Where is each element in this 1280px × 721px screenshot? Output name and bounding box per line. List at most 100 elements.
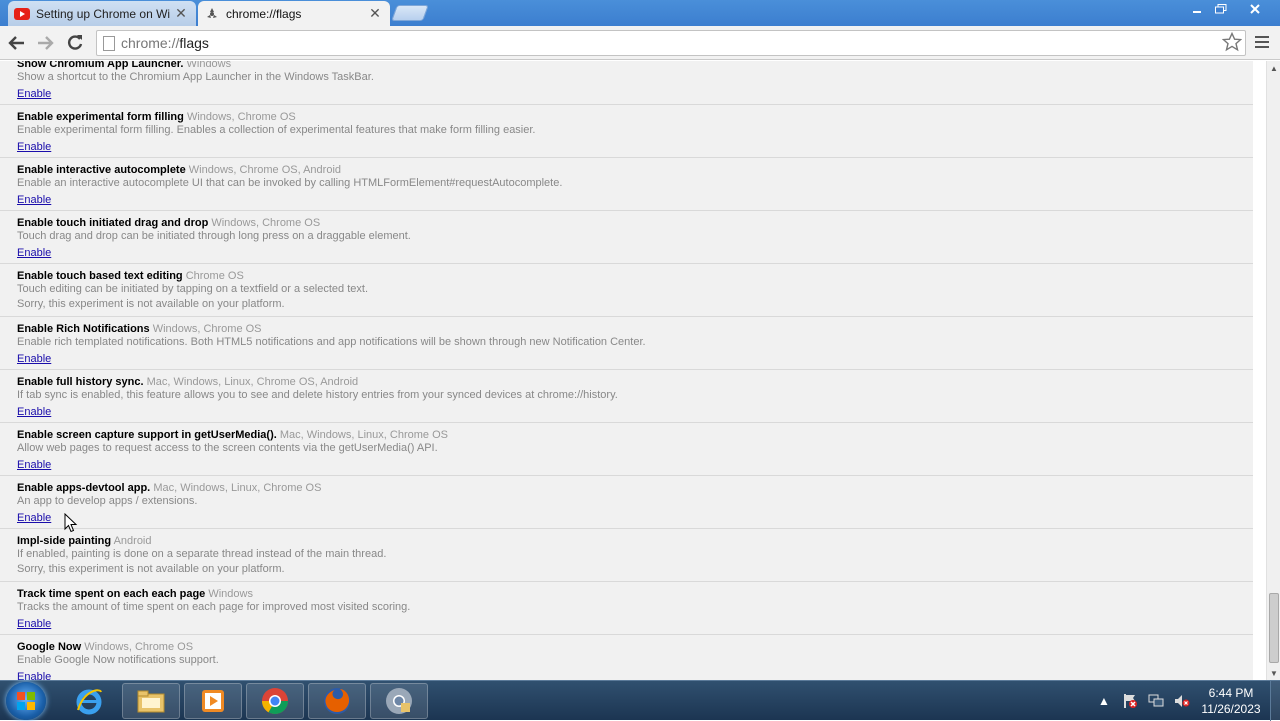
experiment-item: Enable screen capture support in getUser… xyxy=(0,423,1253,476)
file-explorer-icon[interactable] xyxy=(122,683,180,719)
maximize-button[interactable] xyxy=(1206,0,1236,18)
experiment-description: Enable Google Now notifications support. xyxy=(17,654,219,666)
show-desktop-button[interactable] xyxy=(1270,681,1280,721)
close-tab-icon[interactable]: ✕ xyxy=(174,5,188,22)
tab-title: Setting up Chrome on Wi xyxy=(36,6,171,21)
tab-youtube[interactable]: Setting up Chrome on Wi ✕ xyxy=(8,1,196,26)
enable-link[interactable]: Enable xyxy=(17,194,51,207)
enable-link[interactable]: Enable xyxy=(17,618,51,631)
experiment-platforms: Mac, Windows, Linux, Chrome OS, Android xyxy=(146,376,359,388)
experiment-description: Touch drag and drop can be initiated thr… xyxy=(17,230,411,242)
experiment-name: Impl-side painting xyxy=(17,535,112,547)
experiment-platforms: Chrome OS xyxy=(185,270,244,282)
firefox-icon[interactable] xyxy=(308,683,366,719)
experiment-platforms: Mac, Windows, Linux, Chrome OS xyxy=(279,429,448,441)
clock-date: 11/26/2023 xyxy=(1201,702,1261,716)
experiment-item: Show Chromium App Launcher. Windows Show… xyxy=(0,61,1253,105)
experiment-description: An app to develop apps / extensions. xyxy=(17,495,198,507)
reload-icon xyxy=(68,35,83,50)
enable-link[interactable]: Enable xyxy=(17,88,51,101)
experiment-description: Enable experimental form filling. Enable… xyxy=(17,124,536,136)
scrollbar-thumb[interactable] xyxy=(1269,593,1279,663)
experiment-platforms: Windows, Chrome OS, Android xyxy=(188,164,342,176)
experiment-unavailable-note: Sorry, this experiment is not available … xyxy=(17,298,285,310)
vertical-scrollbar[interactable]: ▲ ▼ xyxy=(1266,61,1280,680)
chrome-icon[interactable] xyxy=(246,683,304,719)
experiment-item: Enable Rich Notifications Windows, Chrom… xyxy=(0,317,1253,370)
experiment-platforms: Windows, Chrome OS xyxy=(186,111,296,123)
action-center-flag-icon[interactable] xyxy=(1122,693,1138,709)
experiment-description: Enable rich templated notifications. Bot… xyxy=(17,336,646,348)
wrench-menu-icon[interactable] xyxy=(1254,34,1270,50)
flags-page: Show Chromium App Launcher. Windows Show… xyxy=(0,61,1266,680)
experiment-platforms: Windows xyxy=(208,588,253,600)
experiment-platforms: Android xyxy=(113,535,152,547)
experiment-name: Google Now xyxy=(17,641,82,653)
url-text: chrome://flags xyxy=(121,35,209,51)
enable-link[interactable]: Enable xyxy=(17,353,51,366)
windows-taskbar: ▲ 6:44 PM 11/26/2023 xyxy=(0,680,1280,721)
volume-muted-icon[interactable] xyxy=(1174,693,1190,709)
new-tab-button[interactable] xyxy=(391,5,429,21)
experiment-platforms: Windows, Chrome OS xyxy=(152,323,262,335)
enable-link[interactable]: Enable xyxy=(17,406,51,419)
experiment-name: Enable full history sync. xyxy=(17,376,144,388)
close-window-button[interactable] xyxy=(1238,0,1272,18)
tab-flags[interactable]: chrome://flags ✕ xyxy=(198,1,390,26)
experiment-item: Enable interactive autocomplete Windows,… xyxy=(0,158,1253,211)
page-icon xyxy=(103,36,115,51)
youtube-icon xyxy=(14,6,30,22)
experiment-item: Google Now Windows, Chrome OS Enable Goog… xyxy=(0,635,1253,680)
close-tab-icon[interactable]: ✕ xyxy=(368,5,382,22)
experiment-description: If enabled, painting is done on a separa… xyxy=(17,548,387,560)
experiment-item: Track time spent on each each page Windo… xyxy=(0,582,1253,635)
experiment-description: Show a shortcut to the Chromium App Laun… xyxy=(17,71,374,83)
enable-link[interactable]: Enable xyxy=(17,671,51,680)
back-button[interactable] xyxy=(5,31,29,55)
address-bar[interactable]: chrome://flags xyxy=(96,30,1246,56)
scroll-down-arrow-icon[interactable]: ▼ xyxy=(1267,666,1280,680)
experiment-name: Track time spent on each each page xyxy=(17,588,206,600)
experiment-name: Enable touch initiated drag and drop xyxy=(17,217,209,229)
experiment-list: Show Chromium App Launcher. Windows Show… xyxy=(0,61,1253,680)
network-icon[interactable] xyxy=(1148,693,1164,709)
arrow-right-icon xyxy=(38,36,54,50)
enable-link[interactable]: Enable xyxy=(17,247,51,260)
experiment-item: Enable full history sync. Mac, Windows, … xyxy=(0,370,1253,423)
experiment-item: Enable experimental form filling Windows… xyxy=(0,105,1253,158)
internet-explorer-icon[interactable] xyxy=(60,683,118,719)
experiment-platforms: Windows, Chrome OS xyxy=(84,641,194,653)
experiment-item: Enable touch initiated drag and drop Win… xyxy=(0,211,1253,264)
experiment-name: Enable interactive autocomplete xyxy=(17,164,186,176)
show-hidden-icons-icon[interactable]: ▲ xyxy=(1096,693,1112,709)
bookmark-star-icon[interactable] xyxy=(1221,31,1243,52)
experiment-description: Touch editing can be initiated by tappin… xyxy=(17,283,369,295)
experiment-name: Enable touch based text editing xyxy=(17,270,183,282)
enable-link[interactable]: Enable xyxy=(17,512,51,525)
system-tray: ▲ xyxy=(1096,681,1190,721)
flask-icon xyxy=(204,6,220,22)
start-button[interactable] xyxy=(6,682,46,720)
chrome-canary-icon[interactable] xyxy=(370,683,428,719)
experiment-item: Impl-side painting Android If enabled, pa… xyxy=(0,529,1253,582)
windows-logo-icon xyxy=(17,692,35,710)
taskbar-clock[interactable]: 6:44 PM 11/26/2023 xyxy=(1196,685,1266,717)
experiment-name: Enable Rich Notifications xyxy=(17,323,150,335)
experiment-name: Enable apps-devtool app. xyxy=(17,482,151,494)
tab-title: chrome://flags xyxy=(226,6,302,21)
experiment-unavailable-note: Sorry, this experiment is not available … xyxy=(17,563,285,575)
experiment-platforms: Windows, Chrome OS xyxy=(211,217,321,229)
experiment-description: Tracks the amount of time spent on each … xyxy=(17,601,411,613)
reload-button[interactable] xyxy=(63,31,87,55)
media-player-icon[interactable] xyxy=(184,683,242,719)
experiment-platforms: Mac, Windows, Linux, Chrome OS xyxy=(153,482,322,494)
experiment-item: Enable apps-devtool app. Mac, Windows, L… xyxy=(0,476,1253,529)
experiment-description: Allow web pages to request access to the… xyxy=(17,442,438,454)
experiment-description: Enable an interactive autocomplete UI th… xyxy=(17,177,563,189)
enable-link[interactable]: Enable xyxy=(17,459,51,472)
scroll-up-arrow-icon[interactable]: ▲ xyxy=(1267,61,1280,75)
forward-button[interactable] xyxy=(33,31,57,55)
experiment-description: If tab sync is enabled, this feature all… xyxy=(17,389,618,401)
enable-link[interactable]: Enable xyxy=(17,141,51,154)
tab-strip: Setting up Chrome on Wi ✕ chrome://flags… xyxy=(0,0,1280,26)
